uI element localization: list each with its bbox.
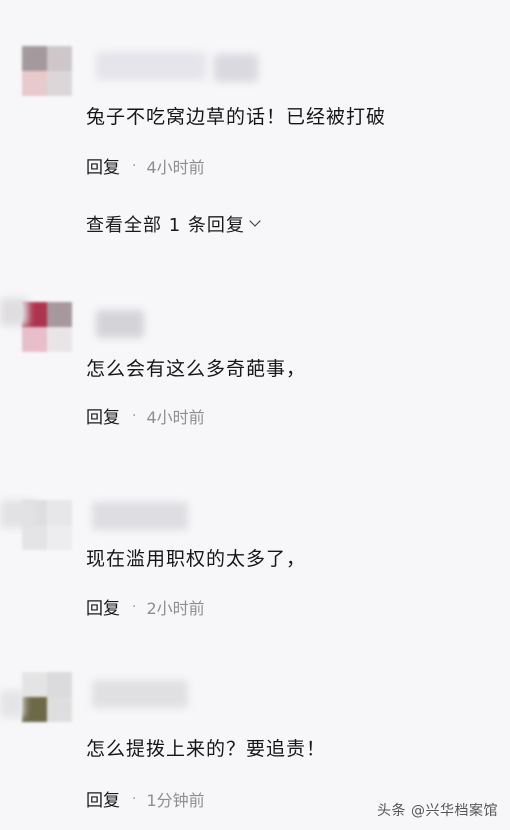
username-blurred[interactable] xyxy=(96,310,144,338)
reply-button[interactable]: 回复 xyxy=(86,403,120,428)
comment-meta: 回复 · 4小时前 xyxy=(86,153,205,179)
comment-time: 2小时前 xyxy=(146,598,205,618)
username-blurred[interactable] xyxy=(96,52,206,80)
comment-text: 兔子不吃窝边草的话！已经被打破 xyxy=(86,106,387,128)
view-all-replies-button[interactable]: 查看全部 1 条回复 xyxy=(86,211,261,237)
comment-text: 怎么提拨上来的？要追责！ xyxy=(86,738,327,760)
username-blurred xyxy=(0,500,36,528)
meta-separator: · xyxy=(132,407,137,424)
reply-button[interactable]: 回复 xyxy=(86,786,120,811)
reply-button[interactable]: 回复 xyxy=(86,594,120,619)
comment-time: 1分钟前 xyxy=(146,790,205,810)
username-blurred[interactable] xyxy=(92,502,188,530)
meta-separator: · xyxy=(132,598,137,615)
username-blurred xyxy=(214,54,258,82)
username-blurred xyxy=(0,690,24,718)
username-blurred[interactable] xyxy=(92,680,188,708)
avatar[interactable] xyxy=(22,672,72,722)
comment-time: 4小时前 xyxy=(146,157,205,177)
comment-time: 4小时前 xyxy=(146,407,205,427)
meta-separator: · xyxy=(132,790,137,807)
comment-meta: 回复 · 2小时前 xyxy=(86,594,205,620)
view-all-replies-label: 查看全部 1 条回复 xyxy=(86,215,245,236)
meta-separator: · xyxy=(132,157,137,174)
comment-text: 现在滥用职权的太多了， xyxy=(86,548,307,570)
avatar[interactable] xyxy=(22,46,72,96)
reply-button[interactable]: 回复 xyxy=(86,153,120,178)
comment-meta: 回复 · 4小时前 xyxy=(86,403,205,429)
username-blurred xyxy=(0,298,28,326)
avatar[interactable] xyxy=(22,302,72,352)
comment-text: 怎么会有这么多奇葩事， xyxy=(86,358,307,380)
watermark: 头条 @兴华档案馆 xyxy=(377,803,498,819)
comment-meta: 回复 · 1分钟前 xyxy=(86,786,205,812)
chevron-down-icon xyxy=(249,215,261,227)
